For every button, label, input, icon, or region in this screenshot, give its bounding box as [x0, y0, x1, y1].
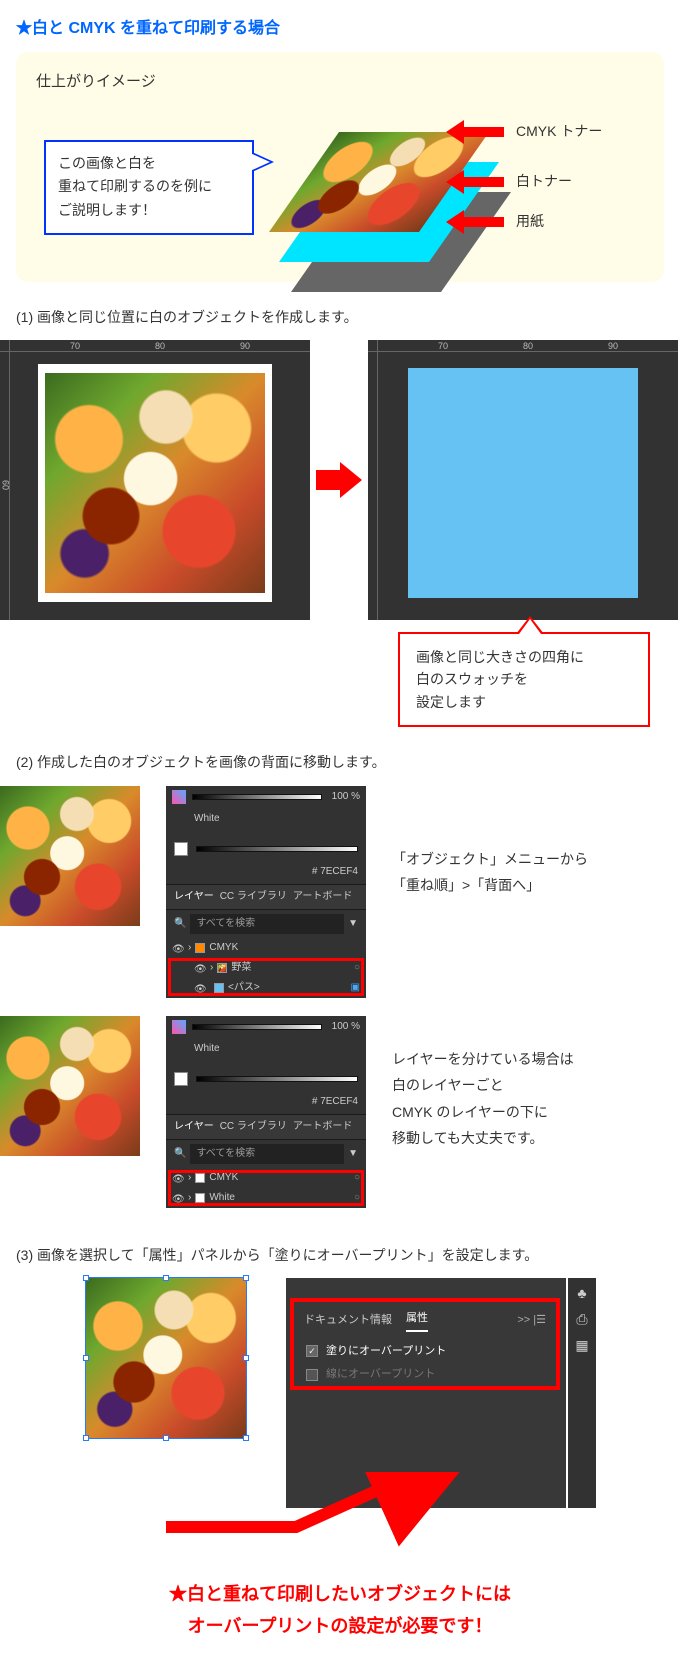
artboard-left: 70 80 90 60: [0, 340, 310, 620]
filter-icon[interactable]: ▼: [348, 1146, 358, 1162]
checkbox-checked-icon[interactable]: ✓: [306, 1345, 318, 1357]
callout-text: 画像と同じ大きさの四角に 白のスウォッチを 設定します: [416, 646, 632, 713]
ruler-mark: 80: [155, 339, 165, 353]
layers-panel-b[interactable]: 100 % White # 7ECEF4 レイヤー CC ライブラリ アートボー…: [166, 1016, 366, 1208]
section-title: ★白と CMYK を重ねて印刷する場合: [16, 16, 664, 42]
layer-row[interactable]: 👁›CMYK: [166, 938, 366, 958]
tab-cclib[interactable]: CC ライブラリ: [220, 1119, 287, 1135]
color-slider[interactable]: [196, 1076, 358, 1082]
step1-row: 70 80 90 60 70 80 90: [16, 340, 664, 620]
tab-layers[interactable]: レイヤー: [174, 889, 214, 905]
tab-attributes[interactable]: 属性: [406, 1310, 428, 1332]
arrow-paper-icon: [446, 210, 504, 234]
swatch-name: White: [194, 811, 220, 827]
overprint-fill-row[interactable]: ✓ 塗りにオーバープリント: [304, 1340, 546, 1364]
overprint-fill-label: 塗りにオーバープリント: [326, 1343, 446, 1361]
step2-block-a: 100 % White # 7ECEF4 レイヤー CC ライブラリ アートボー…: [0, 786, 664, 998]
layer-name: CMYK: [209, 940, 238, 956]
vegetable-thumb: [0, 786, 140, 926]
color-slider[interactable]: [196, 846, 358, 852]
ruler-mark: 70: [70, 339, 80, 353]
step2-block-b: 100 % White # 7ECEF4 レイヤー CC ライブラリ アートボー…: [0, 1016, 664, 1208]
search-icon: 🔍: [174, 1146, 186, 1162]
overprint-stroke-label: 線にオーバープリント: [326, 1366, 435, 1384]
search-icon: 🔍: [174, 916, 186, 932]
step3-heading: (3) 画像を選択して「属性」パネルから「塗りにオーバープリント」を設定します。: [16, 1244, 664, 1266]
eye-icon[interactable]: 👁: [172, 942, 184, 954]
step3-arrow-wrap: [16, 1472, 664, 1542]
label-cmyk: CMYK トナー: [516, 120, 602, 142]
opacity-slider[interactable]: [192, 1024, 322, 1030]
tab-artboard[interactable]: アートボード: [293, 889, 352, 905]
curved-arrow-icon: [16, 1472, 680, 1562]
step2-heading: (2) 作成した白のオブジェクトを画像の背面に移動します。: [16, 751, 664, 773]
step2-text-a: 「オブジェクト」メニューから 「重ね順」>「背面へ」: [392, 786, 664, 899]
layers-panel-a[interactable]: 100 % White # 7ECEF4 レイヤー CC ライブラリ アートボー…: [166, 786, 366, 998]
ruler-top: 70 80 90: [0, 340, 310, 352]
opacity-value: 100 %: [332, 789, 360, 805]
panel-tabs[interactable]: レイヤー CC ライブラリ アートボード: [166, 1114, 366, 1140]
red-highlight-icon: ドキュメント情報 属性 >> |☰ ✓ 塗りにオーバープリント 線にオーバープリ…: [290, 1298, 560, 1390]
panel-tabs[interactable]: レイヤー CC ライブラリ アートボード: [166, 884, 366, 910]
opacity-slider[interactable]: [192, 794, 322, 800]
speech-bubble: この画像と白を 重ねて印刷するのを例に ご説明します！: [44, 140, 254, 235]
ruler-mark: 90: [608, 339, 618, 353]
ruler-top: 70 80 90: [368, 340, 678, 352]
tab-cclib[interactable]: CC ライブラリ: [220, 889, 287, 905]
white-object-rect: [408, 368, 638, 598]
step2-text-b: レイヤーを分けている場合は 白のレイヤーごと CMYK のレイヤーの下に 移動し…: [392, 1016, 664, 1152]
ruler-mark: 70: [438, 339, 448, 353]
color-well-icon: [172, 790, 186, 804]
hex-value: # 7ECEF4: [312, 1094, 358, 1110]
filter-icon[interactable]: ▼: [348, 916, 358, 932]
tab-artboard[interactable]: アートボード: [293, 1119, 352, 1135]
stroke-fill-icon: [174, 1072, 188, 1086]
artboard-right: 70 80 90: [368, 340, 678, 620]
club-icon[interactable]: ♣: [573, 1284, 591, 1302]
big-arrow-icon: [316, 462, 362, 498]
red-highlight-icon: [168, 1170, 364, 1206]
stroke-fill-icon: [174, 842, 188, 856]
selected-image[interactable]: [86, 1278, 246, 1438]
arrow-white-icon: [446, 170, 504, 194]
vegetable-thumb: [0, 1016, 140, 1156]
finish-image-box: 仕上がりイメージ この画像と白を 重ねて印刷するのを例に ご説明します！ CMY…: [16, 52, 664, 282]
step1-heading: (1) 画像と同じ位置に白のオブジェクトを作成します。: [16, 306, 664, 328]
swatch-name: White: [194, 1041, 220, 1057]
tab-layers[interactable]: レイヤー: [174, 1119, 214, 1135]
camera-icon[interactable]: ⎙: [573, 1310, 591, 1328]
red-callout: 画像と同じ大きさの四角に 白のスウォッチを 設定します: [398, 632, 650, 727]
label-white: 白トナー: [516, 170, 572, 192]
search-input[interactable]: すべてを検索: [190, 914, 344, 934]
checkbox-icon[interactable]: [306, 1369, 318, 1381]
ruler-left: [368, 340, 378, 620]
panel-menu-icon[interactable]: >> |☰: [517, 1312, 546, 1330]
tab-docinfo[interactable]: ドキュメント情報: [304, 1312, 392, 1330]
search-input[interactable]: すべてを検索: [190, 1144, 344, 1164]
hex-value: # 7ECEF4: [312, 864, 358, 880]
color-well-icon: [172, 1020, 186, 1034]
page-icon[interactable]: ▦: [573, 1336, 591, 1354]
ruler-left: 60: [0, 340, 10, 620]
label-paper: 用紙: [516, 210, 544, 232]
yellow-heading: 仕上がりイメージ: [36, 70, 644, 94]
ruler-mark: 80: [523, 339, 533, 353]
arrow-cmyk-icon: [446, 120, 504, 144]
red-highlight-icon: [168, 958, 364, 996]
ruler-mark: 60: [0, 480, 12, 490]
overprint-stroke-row[interactable]: 線にオーバープリント: [304, 1363, 546, 1387]
opacity-value: 100 %: [332, 1019, 360, 1035]
vegetable-image: [45, 373, 265, 593]
ruler-mark: 90: [240, 339, 250, 353]
summary-text: ★白と重ねて印刷したいオブジェクトには オーバープリントの設定が必要です！: [16, 1578, 664, 1643]
